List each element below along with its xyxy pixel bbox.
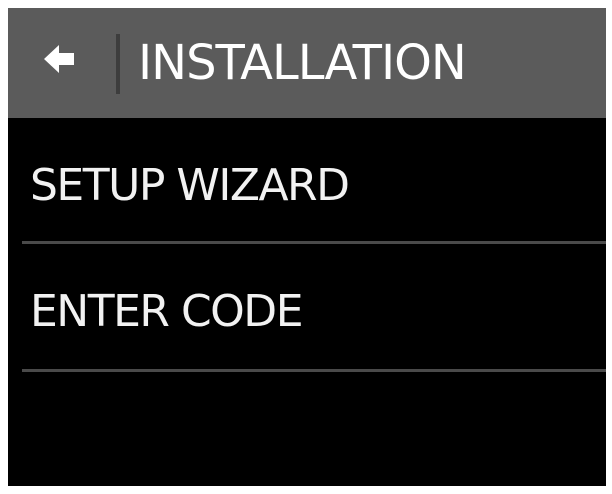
menu-item-setup-wizard[interactable]: SETUP WIZARD [8, 118, 606, 244]
header-divider [116, 34, 120, 94]
page-title: INSTALLATION [138, 35, 467, 91]
menu-divider [22, 369, 606, 372]
device-screen: INSTALLATION SETUP WIZARD ENTER CODE [8, 8, 606, 486]
menu-item-enter-code[interactable]: ENTER CODE [8, 246, 606, 372]
header-bar: INSTALLATION [8, 8, 606, 118]
back-arrow-icon [44, 45, 74, 73]
back-button[interactable] [36, 40, 92, 86]
menu-divider [22, 241, 606, 244]
menu-item-label: SETUP WIZARD [30, 160, 350, 211]
menu-item-label: ENTER CODE [30, 286, 304, 337]
